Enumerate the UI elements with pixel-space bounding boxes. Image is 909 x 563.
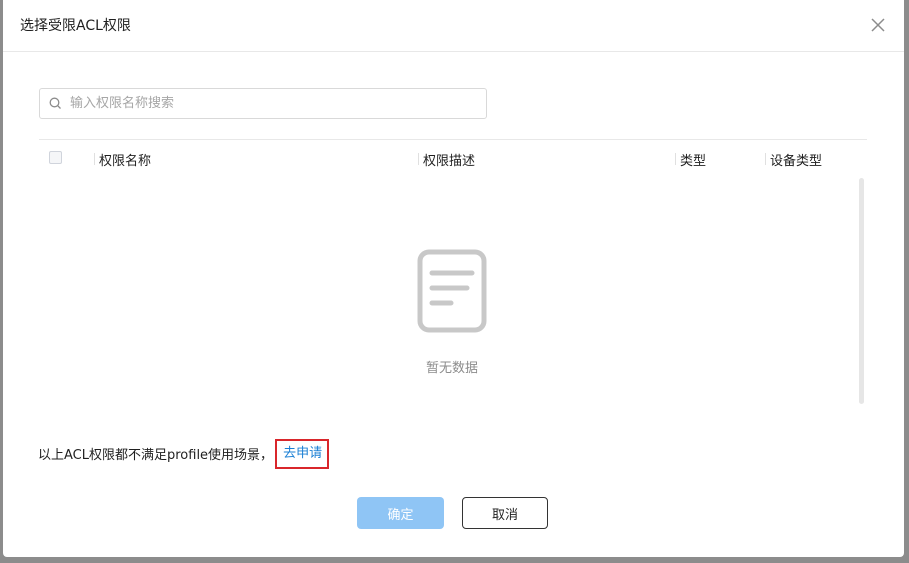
column-divider (765, 153, 766, 165)
confirm-button[interactable]: 确定 (357, 497, 444, 529)
column-divider (418, 153, 419, 165)
empty-state-text: 暂无数据 (425, 361, 478, 376)
cancel-button[interactable]: 取消 (462, 497, 548, 529)
dialog-title: 选择受限ACL权限 (20, 18, 131, 34)
column-header-permission-name[interactable]: 权限名称 (99, 150, 151, 169)
select-all-checkbox[interactable] (49, 151, 62, 164)
close-icon[interactable] (868, 15, 888, 35)
dialog-header: 选择受限ACL权限 (3, 0, 904, 52)
column-header-device-type[interactable]: 设备类型 (770, 150, 822, 169)
apply-link[interactable]: 去申请 (275, 438, 330, 469)
acl-permission-dialog: 选择受限ACL权限 权限名称 权限描述 类型 设备类型 暂无数据 (3, 0, 904, 557)
column-divider (94, 153, 95, 165)
search-icon (49, 97, 61, 109)
footer-note: 以上ACL权限都不满足profile使用场景， 去申请 (38, 438, 330, 469)
search-input[interactable] (68, 95, 472, 112)
column-header-type[interactable]: 类型 (680, 150, 706, 169)
table-header: 权限名称 权限描述 类型 设备类型 (39, 140, 867, 176)
column-divider (675, 153, 676, 165)
search-box[interactable] (39, 88, 487, 119)
document-icon (417, 249, 487, 337)
column-header-permission-desc[interactable]: 权限描述 (423, 150, 475, 169)
footer-note-text: 以上ACL权限都不满足profile使用场景， (38, 448, 274, 463)
